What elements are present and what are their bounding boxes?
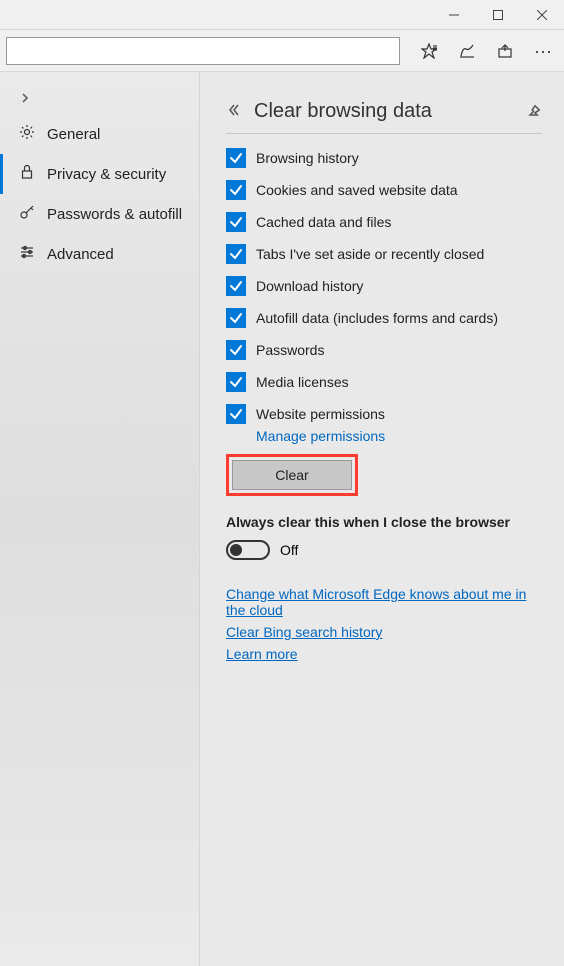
link-bing-history[interactable]: Clear Bing search history	[226, 624, 542, 640]
toggle-knob-icon	[230, 544, 242, 556]
always-clear-toggle-row: Off	[226, 540, 542, 560]
checkbox-checked-icon	[226, 244, 246, 264]
check-browsing-history[interactable]: Browsing history	[226, 148, 542, 168]
settings-panel: Clear browsing data Browsing history Coo…	[200, 72, 564, 966]
check-label: Cached data and files	[256, 214, 391, 230]
favorites-icon[interactable]	[414, 30, 444, 72]
checkbox-checked-icon	[226, 212, 246, 232]
share-icon[interactable]	[490, 30, 520, 72]
clear-data-checklist: Browsing history Cookies and saved websi…	[226, 148, 542, 424]
checkbox-checked-icon	[226, 404, 246, 424]
clear-button-highlight: Clear	[226, 454, 358, 496]
sidebar-item-label: Privacy & security	[47, 166, 166, 183]
sidebar-item-passwords[interactable]: Passwords & autofill	[0, 194, 199, 234]
check-tabs[interactable]: Tabs I've set aside or recently closed	[226, 244, 542, 264]
maximize-button[interactable]	[476, 0, 520, 29]
browser-toolbar: ···	[0, 30, 564, 72]
panel-title: Clear browsing data	[254, 100, 514, 123]
sidebar-item-advanced[interactable]: Advanced	[0, 234, 199, 274]
checkbox-checked-icon	[226, 340, 246, 360]
always-clear-toggle[interactable]	[226, 540, 270, 560]
sidebar-item-general[interactable]: General	[0, 114, 199, 154]
checkbox-checked-icon	[226, 308, 246, 328]
checkbox-checked-icon	[226, 148, 246, 168]
more-icon[interactable]: ···	[528, 30, 558, 72]
footer-links: Change what Microsoft Edge knows about m…	[226, 586, 542, 662]
checkbox-checked-icon	[226, 180, 246, 200]
sidebar-item-label: General	[47, 126, 100, 143]
reading-icon[interactable]	[452, 30, 482, 72]
check-label: Browsing history	[256, 150, 359, 166]
check-cached[interactable]: Cached data and files	[226, 212, 542, 232]
check-label: Autofill data (includes forms and cards)	[256, 310, 498, 326]
settings-sidebar: General Privacy & security Passwords & a…	[0, 72, 200, 966]
check-passwords[interactable]: Passwords	[226, 340, 542, 360]
key-icon	[19, 204, 35, 224]
manage-permissions-link[interactable]: Manage permissions	[256, 428, 542, 444]
sidebar-item-label: Advanced	[47, 246, 114, 263]
checkbox-checked-icon	[226, 372, 246, 392]
always-clear-header: Always clear this when I close the brows…	[226, 514, 542, 530]
panel-header: Clear browsing data	[226, 100, 542, 134]
check-label: Tabs I've set aside or recently closed	[256, 246, 484, 262]
pin-button[interactable]	[528, 103, 542, 120]
check-label: Cookies and saved website data	[256, 182, 458, 198]
check-label: Download history	[256, 278, 363, 294]
sidebar-expand-toggle[interactable]	[0, 82, 199, 114]
check-website-permissions[interactable]: Website permissions	[226, 404, 542, 424]
sliders-icon	[19, 244, 35, 264]
clear-button-label: Clear	[275, 467, 308, 483]
clear-button[interactable]: Clear	[232, 460, 352, 490]
lock-icon	[19, 164, 35, 184]
check-label: Passwords	[256, 342, 324, 358]
check-label: Media licenses	[256, 374, 349, 390]
sidebar-item-privacy[interactable]: Privacy & security	[0, 154, 199, 194]
checkbox-checked-icon	[226, 276, 246, 296]
link-cloud-data[interactable]: Change what Microsoft Edge knows about m…	[226, 586, 542, 618]
minimize-button[interactable]	[432, 0, 476, 29]
check-download-history[interactable]: Download history	[226, 276, 542, 296]
check-label: Website permissions	[256, 406, 385, 422]
check-media-licenses[interactable]: Media licenses	[226, 372, 542, 392]
close-button[interactable]	[520, 0, 564, 29]
gear-icon	[19, 124, 35, 144]
check-autofill[interactable]: Autofill data (includes forms and cards)	[226, 308, 542, 328]
link-learn-more[interactable]: Learn more	[226, 646, 542, 662]
back-button[interactable]	[226, 103, 240, 120]
window-titlebar	[0, 0, 564, 30]
check-cookies[interactable]: Cookies and saved website data	[226, 180, 542, 200]
address-bar[interactable]	[6, 37, 400, 65]
content-area: General Privacy & security Passwords & a…	[0, 72, 564, 966]
sidebar-item-label: Passwords & autofill	[47, 206, 182, 223]
toggle-state-label: Off	[280, 542, 298, 558]
